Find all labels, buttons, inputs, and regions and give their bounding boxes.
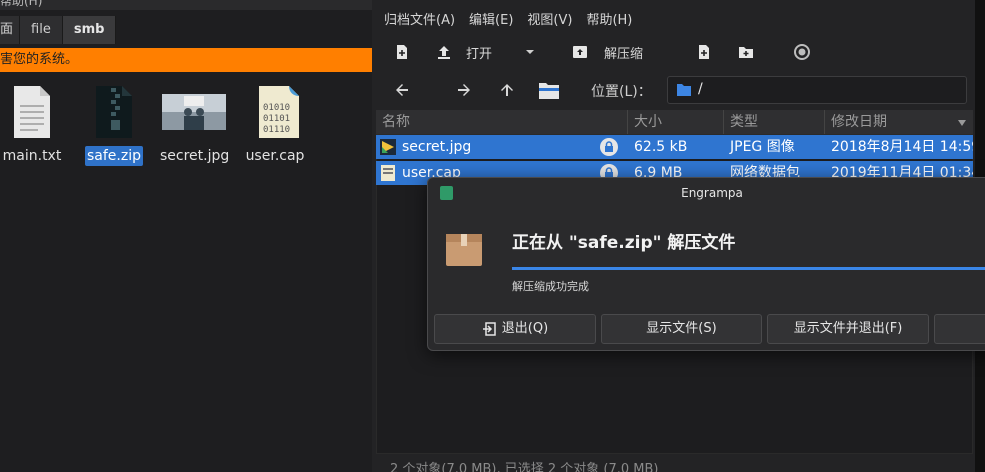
extract-progress-dialog: Engrampa 正在从 "safe.zip" 解压文件 解压缩成功完成 退出(… — [427, 177, 985, 351]
file-label: main.txt — [2, 148, 62, 164]
column-header-date[interactable]: 修改日期 — [825, 110, 973, 134]
image-file-icon — [380, 139, 396, 155]
row-size: 62.5 kB — [634, 139, 688, 155]
breadcrumb-item-smb[interactable]: smb — [62, 16, 117, 44]
menu-archive[interactable]: 归档文件(A) — [384, 9, 455, 28]
stop-button[interactable] — [794, 44, 810, 60]
forward-arrow-icon[interactable] — [456, 82, 472, 98]
menu-edit[interactable]: 编辑(E) — [469, 9, 513, 28]
close-button[interactable] — [934, 314, 985, 344]
show-files-button[interactable]: 显示文件(S) — [601, 314, 762, 344]
column-header-type[interactable]: 类型 — [724, 110, 825, 134]
menubar: 归档文件(A) 编辑(E) 视图(V) 帮助(H) — [372, 0, 646, 36]
column-header-date-label: 修改日期 — [831, 114, 887, 130]
quit-button[interactable]: 退出(Q) — [434, 314, 596, 344]
file-item-secret-jpg[interactable]: secret.jpg — [158, 82, 230, 166]
folder-icon — [677, 84, 691, 96]
row-lock-cell — [596, 135, 628, 159]
dialog-message: 解压缩成功完成 — [512, 280, 589, 293]
add-folder-icon — [739, 47, 753, 58]
home-folder-icon[interactable] — [538, 80, 560, 100]
new-archive-button[interactable] — [394, 44, 410, 60]
desktop: 帮助(H) 面 file smb 害您的系统。 main.txt safe.zi… — [0, 0, 985, 472]
dialog-title: Engrampa — [681, 186, 743, 200]
svg-text:01101: 01101 — [263, 114, 290, 124]
breadcrumb-item-file[interactable]: file — [20, 16, 63, 44]
file-item-safe-zip[interactable]: safe.zip — [78, 82, 150, 166]
svg-text:01010: 01010 — [263, 103, 290, 113]
location-value: / — [698, 81, 703, 97]
file-list-header: 名称 大小 类型 修改日期 — [376, 110, 973, 134]
package-icon — [444, 230, 484, 270]
quit-label: 退出(Q) — [501, 321, 549, 336]
extract-label: 解压缩 — [604, 46, 644, 62]
file-manager-menubar: 帮助(H) — [0, 0, 372, 10]
text-file-icon — [10, 82, 54, 142]
new-document-icon — [397, 45, 407, 59]
sort-descending-icon — [958, 120, 966, 126]
file-item-main-txt[interactable]: main.txt — [0, 82, 68, 166]
binary-file-icon: 01010 01101 01110 — [253, 82, 299, 142]
add-file-icon — [699, 45, 709, 59]
row-name-cell: secret.jpg — [376, 135, 596, 159]
column-header-name[interactable]: 名称 — [376, 110, 628, 134]
menubar-item-help[interactable]: 帮助(H) — [0, 0, 42, 8]
lock-icon — [600, 138, 618, 156]
row-name: secret.jpg — [402, 139, 472, 155]
extract-button[interactable]: 解压缩 — [572, 43, 643, 62]
breadcrumb: 面 file smb — [0, 16, 117, 44]
row-type: JPEG 图像 — [730, 139, 795, 155]
svg-text:01110: 01110 — [263, 125, 290, 135]
up-arrow-icon[interactable] — [499, 82, 515, 98]
extract-icon — [573, 46, 587, 58]
add-files-button[interactable] — [696, 44, 712, 60]
show-files-and-quit-button[interactable]: 显示文件并退出(F) — [767, 314, 929, 344]
back-arrow-icon[interactable] — [394, 82, 410, 98]
warning-banner: 害您的系统。 — [0, 48, 372, 72]
binary-file-icon — [381, 165, 395, 181]
progress-bar — [512, 267, 985, 270]
add-folder-button[interactable] — [738, 44, 754, 60]
toolbar: 打开 解压缩 — [372, 38, 985, 66]
dialog-buttons: 退出(Q) 显示文件(S) 显示文件并退出(F) — [434, 314, 985, 344]
menu-view[interactable]: 视图(V) — [527, 9, 572, 28]
column-header-size[interactable]: 大小 — [628, 110, 724, 134]
breadcrumb-item-desktop[interactable]: 面 — [0, 16, 21, 44]
zip-archive-icon — [92, 82, 136, 142]
open-dropdown-button[interactable] — [524, 46, 536, 58]
file-item-user-cap[interactable]: 01010 01101 01110 user.cap — [239, 82, 311, 166]
chevron-down-icon — [526, 50, 534, 54]
file-label: safe.zip — [85, 146, 143, 166]
dialog-heading: 正在从 "safe.zip" 解压文件 — [512, 233, 736, 253]
location-label: 位置(L)： — [591, 84, 652, 100]
menu-help[interactable]: 帮助(H) — [586, 9, 632, 28]
file-label: secret.jpg — [160, 148, 230, 164]
status-bar: 2 个对象(7.0 MB), 已选择 2 个对象 (7.0 MB) — [390, 462, 659, 472]
stop-icon — [794, 44, 810, 60]
file-label: user.cap — [245, 148, 305, 164]
table-row[interactable]: secret.jpg 62.5 kB JPEG 图像 2018年8月14日 14… — [376, 135, 973, 159]
exit-icon — [482, 322, 496, 336]
upload-arrow-icon — [438, 46, 450, 59]
open-label: 打开 — [466, 46, 493, 62]
row-date: 2018年8月14日 14:59 — [831, 139, 973, 155]
location-field[interactable]: / — [667, 76, 967, 104]
image-thumbnail-icon — [162, 82, 226, 142]
file-manager-window: 帮助(H) 面 file smb 害您的系统。 main.txt safe.zi… — [0, 0, 372, 472]
open-button[interactable]: 打开 — [436, 43, 492, 62]
